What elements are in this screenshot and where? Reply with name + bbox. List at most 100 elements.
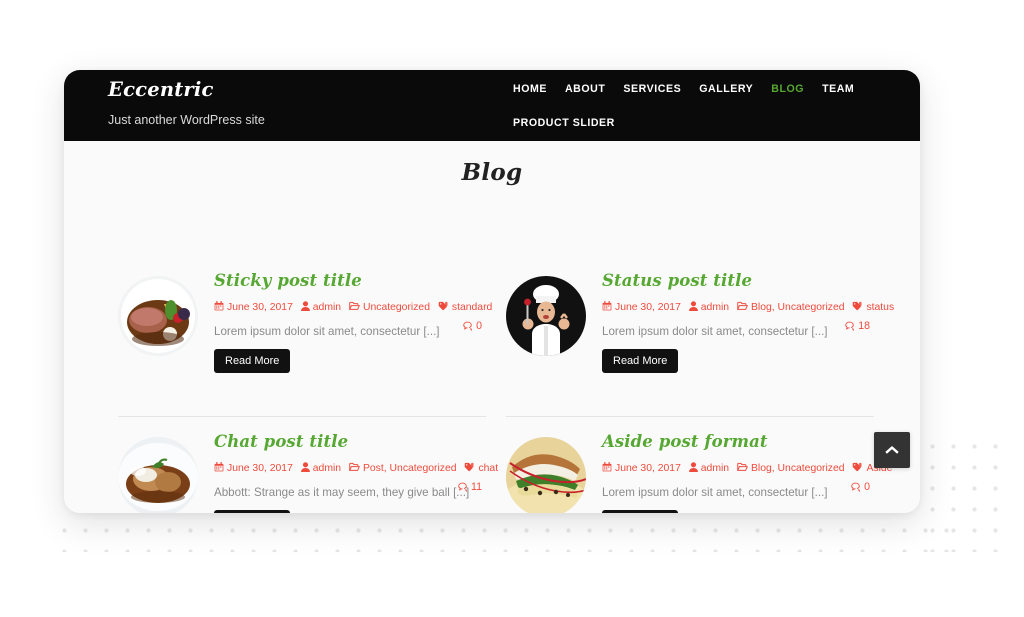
calendar-icon [602,461,612,476]
post-body: Sticky post title June 30, 2017 admin Un… [198,271,492,373]
post-thumbnail-chef-portrait[interactable] [506,276,586,356]
user-icon [688,462,698,476]
post-title[interactable]: Aside post format [602,432,874,452]
comment-count-value: 0 [476,320,482,332]
post-excerpt: Abbott: Strange as it may seem, they giv… [214,485,470,499]
nav-link-blog[interactable]: BLOG [762,82,813,96]
post-body: Status post title June 30, 2017 admin Bl… [586,271,894,373]
post-tag-segment: chat [464,462,498,476]
post-meta: June 30, 2017 admin Blog, Uncategorized [602,461,892,476]
post-comment-count[interactable]: 0 [850,481,870,495]
folder-open-icon [348,301,360,315]
post-date: June 30, 2017 [615,462,681,474]
nav-link-services[interactable]: SERVICES [614,82,690,96]
nav-item-services: SERVICES [614,82,690,96]
decorative-dot-grid-bottom [54,520,954,552]
folder-open-icon [348,462,360,476]
post-thumbnail-sandwich[interactable] [506,437,586,513]
tag-icon [852,301,863,315]
comment-icon [457,482,468,495]
decorative-dot-grid-right [922,436,1006,552]
nav-item-blog: BLOG [762,82,813,96]
post-categories[interactable]: Blog, Uncategorized [751,302,845,313]
nav-item-about: ABOUT [556,82,614,96]
user-icon [688,301,698,315]
post-thumbnail-chicken-dish[interactable] [118,437,198,513]
nav-item-product-slider: PRODUCT SLIDER [504,116,624,130]
read-more-button[interactable]: Read More [214,348,291,373]
branding: Eccentric Just another WordPress site [108,78,265,127]
post-body: Aside post format June 30, 2017 admin Bl… [586,432,892,513]
post-tag-segment: status [852,301,894,315]
chevron-up-icon [885,445,899,455]
post-category-segment: Uncategorized [348,301,433,315]
post-date: June 30, 2017 [227,462,293,474]
posts-grid: Sticky post title June 30, 2017 admin Un… [118,271,894,513]
nav-link-team[interactable]: TEAM [813,82,863,96]
post-title[interactable]: Sticky post title [214,271,486,291]
post-title[interactable]: Chat post title [214,432,486,452]
nav-link-home[interactable]: HOME [504,82,556,96]
post-comment-count[interactable]: 18 [844,320,870,334]
post-date-segment: June 30, 2017 [214,461,296,476]
post-date-segment: June 30, 2017 [602,300,684,315]
post-category-segment: Blog, Uncategorized [736,301,847,313]
post-tags[interactable]: chat [478,463,498,474]
calendar-icon [214,461,224,476]
post-title[interactable]: Status post title [602,271,874,291]
nav-link-product-slider[interactable]: PRODUCT SLIDER [504,116,624,130]
post-categories[interactable]: Blog, Uncategorized [751,463,845,474]
post-date-segment: June 30, 2017 [214,300,296,313]
post-thumbnail-steak-plate[interactable] [118,276,198,356]
read-more-button[interactable]: Read More [602,509,679,513]
post-date: June 30, 2017 [227,301,293,313]
nav-link-gallery[interactable]: GALLERY [690,82,762,96]
calendar-icon [602,300,612,315]
post-author-segment: admin [300,462,344,474]
post-comment-count[interactable]: 0 [462,320,482,334]
post-excerpt: Lorem ipsum dolor sit amet, consectetur … [602,324,828,338]
post-comment-count[interactable]: 11 [457,481,482,495]
folder-open-icon [736,462,748,476]
user-icon [300,301,310,315]
comment-count-value: 18 [858,320,870,332]
post-tags[interactable]: status [866,302,894,313]
post-tags[interactable]: standard [452,302,492,313]
post-body: Chat post title June 30, 2017 admin Post… [198,432,498,513]
website-preview-card: Eccentric Just another WordPress site HO… [64,70,920,513]
nav-item-home: HOME [504,82,556,96]
nav-item-team: TEAM [813,82,863,96]
tag-icon [438,301,449,315]
page-body: Blog Sticky post title June 30, 2017 adm… [64,141,920,513]
post-excerpt: Lorem ipsum dolor sit amet, consectetur … [602,485,828,499]
site-title[interactable]: Eccentric [108,78,265,101]
site-header: Eccentric Just another WordPress site HO… [64,70,920,183]
post-category-segment: Post, Uncategorized [348,462,459,476]
post-date: June 30, 2017 [615,301,681,313]
post-author[interactable]: admin [701,302,729,313]
read-more-button[interactable]: Read More [214,509,291,513]
post-item: Aside post format June 30, 2017 admin Bl… [506,432,892,513]
post-author[interactable]: admin [701,463,729,474]
comment-icon [850,482,861,495]
post-author-segment: admin [300,301,344,315]
comment-icon [844,321,855,334]
post-category-segment: Blog, Uncategorized [736,462,847,476]
post-author[interactable]: admin [313,463,341,474]
nav-link-about[interactable]: ABOUT [556,82,614,96]
nav-item-gallery: GALLERY [690,82,762,96]
read-more-button[interactable]: Read More [602,348,679,373]
comment-icon [462,321,473,334]
post-meta: June 30, 2017 admin Post, Uncategorized [214,461,498,476]
post-item: Status post title June 30, 2017 admin Bl… [506,271,894,417]
post-categories[interactable]: Post, Uncategorized [363,463,457,474]
tag-icon [464,462,475,476]
site-tagline: Just another WordPress site [108,113,265,128]
post-author-segment: admin [688,301,732,315]
post-meta: June 30, 2017 admin Blog, Uncategorized [602,300,894,315]
post-date-segment: June 30, 2017 [602,461,684,476]
screenshot-stage: Eccentric Just another WordPress site HO… [0,0,1024,617]
scroll-to-top-button[interactable] [874,432,910,468]
post-author[interactable]: admin [313,302,341,313]
post-categories[interactable]: Uncategorized [363,302,430,313]
